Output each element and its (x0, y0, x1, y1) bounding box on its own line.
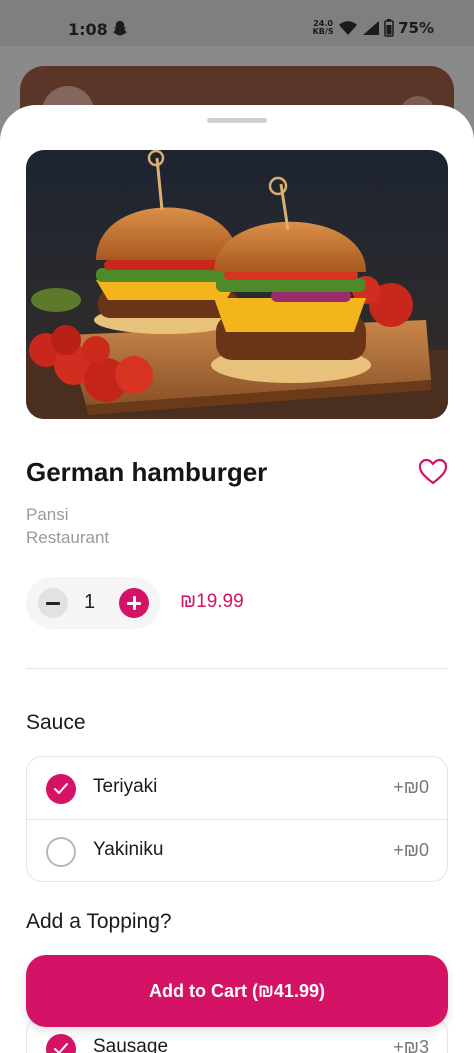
snapchat-ghost-icon (112, 21, 128, 36)
restaurant-name: Pansi (26, 505, 69, 524)
sheet-drag-handle[interactable] (207, 118, 267, 123)
product-bottom-sheet: German hamburger Pansi Restaurant 1 ₪19.… (0, 105, 474, 1053)
battery-icon (384, 19, 394, 37)
topping-section-title: Add a Topping? (26, 910, 172, 933)
status-bar: 1:08 24.0 KB/S 75% (0, 0, 474, 46)
minus-icon[interactable] (38, 588, 68, 618)
sauce-option-yakiniku[interactable]: Yakiniku +₪0 (27, 820, 447, 881)
sauce-section-title: Sauce (26, 711, 86, 734)
sauce-option-price: +₪0 (393, 840, 429, 860)
product-title: German hamburger (26, 457, 268, 487)
sauce-option-label: Yakiniku (93, 839, 164, 860)
status-time: 1:08 (68, 20, 108, 39)
topping-option-label: Sausage (93, 1036, 169, 1053)
quantity-value: 1 (84, 591, 96, 613)
battery-percent: 75% (398, 19, 434, 37)
network-speed-unit: KB/S (312, 27, 334, 36)
network-speed: 24.0 KB/S (312, 20, 334, 36)
divider (26, 668, 448, 669)
restaurant-type: Restaurant (26, 528, 110, 547)
sauce-options: Teriyaki +₪0 Yakiniku +₪0 (26, 756, 448, 882)
sauce-option-price: +₪0 (393, 777, 429, 797)
product-price: ₪19.99 (180, 591, 244, 612)
wifi-icon (339, 21, 358, 35)
checkmark-icon[interactable] (46, 1034, 76, 1053)
topping-option-price: +₪3 (393, 1037, 429, 1053)
burger-photo (26, 150, 448, 419)
heart-icon[interactable] (418, 458, 448, 486)
plus-icon[interactable] (119, 588, 149, 618)
signal-icon (363, 21, 380, 35)
checkmark-icon[interactable] (46, 774, 76, 804)
sauce-option-teriyaki[interactable]: Teriyaki +₪0 (27, 757, 447, 820)
burger-photo-illustration (26, 150, 448, 419)
sauce-option-label: Teriyaki (93, 776, 158, 797)
add-to-cart-button[interactable]: Add to Cart (₪41.99) (26, 955, 448, 1027)
radio-empty-icon[interactable] (46, 837, 76, 867)
quantity-stepper: 1 (26, 577, 160, 629)
status-indicators: 24.0 KB/S 75% (312, 19, 434, 37)
